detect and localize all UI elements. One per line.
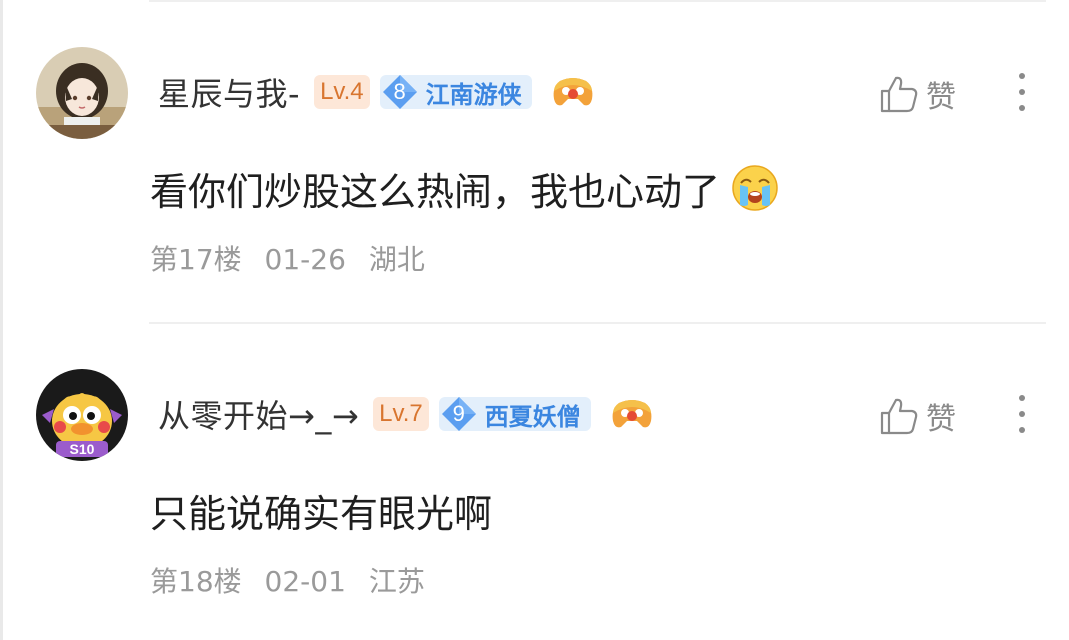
crying-face-emoji-icon [732, 165, 778, 211]
floor-number: 第18楼 [150, 565, 242, 598]
thumbs-up-icon [880, 398, 918, 435]
more-options-icon[interactable] [1008, 392, 1036, 436]
like-label: 赞 [926, 402, 956, 437]
comment-item: 星辰与我- Lv.4 8 江南游侠 赞 看你们炒股这么热闹，我也心动了 第17楼… [0, 0, 1069, 320]
comment-list-page: 星辰与我- Lv.4 8 江南游侠 赞 看你们炒股这么热闹，我也心动了 第17楼… [0, 0, 1069, 640]
title-rank-number: 9 [452, 401, 465, 426]
username[interactable]: 从零开始→_→ [158, 391, 359, 437]
title-badge[interactable]: 8 江南游侠 [379, 75, 532, 109]
comment-text-content: 只能说确实有眼光啊 [150, 491, 493, 536]
like-label: 赞 [926, 80, 956, 115]
floor-number: 第17楼 [150, 243, 242, 276]
like-button[interactable]: 赞 [878, 392, 956, 440]
comment-header: 从零开始→_→ Lv.7 9 西夏妖僧 [158, 390, 653, 438]
comment-item: S10 从零开始→_→ Lv.7 9 西夏妖僧 赞 只能说确实有眼光啊 第18楼… [0, 322, 1069, 640]
more-options-icon[interactable] [1008, 70, 1036, 114]
like-button[interactable]: 赞 [878, 70, 956, 118]
comment-header: 星辰与我- Lv.4 8 江南游侠 [158, 68, 594, 116]
level-badge: Lv.4 [314, 75, 370, 109]
avatar-badge-text: S10 [70, 441, 95, 457]
cartoon-duck-avatar-icon: S10 [36, 369, 128, 461]
title-badge[interactable]: 9 西夏妖僧 [438, 397, 591, 431]
comment-date: 02-01 [264, 565, 346, 598]
avatar[interactable]: S10 [36, 369, 128, 461]
level-badge: Lv.7 [373, 397, 429, 431]
thumbs-up-icon [880, 76, 918, 113]
game-controller-icon [553, 78, 593, 106]
avatar[interactable] [36, 47, 128, 139]
comment-meta: 第18楼 02-01 江苏 [150, 560, 439, 600]
title-text: 西夏妖僧 [484, 402, 581, 431]
game-controller-icon [612, 400, 652, 428]
title-text: 江南游侠 [425, 80, 522, 109]
comment-text-content: 看你们炒股这么热闹，我也心动了 [150, 169, 721, 214]
comment-meta: 第17楼 01-26 湖北 [150, 238, 439, 278]
comment-location: 江苏 [368, 565, 425, 598]
title-rank-number: 8 [393, 79, 406, 104]
comment-text: 看你们炒股这么热闹，我也心动了 [150, 160, 780, 216]
anime-girl-avatar-icon [36, 47, 128, 139]
comment-location: 湖北 [368, 243, 425, 276]
username[interactable]: 星辰与我- [158, 69, 300, 115]
comment-text: 只能说确实有眼光啊 [150, 482, 492, 538]
comment-date: 01-26 [264, 243, 346, 276]
